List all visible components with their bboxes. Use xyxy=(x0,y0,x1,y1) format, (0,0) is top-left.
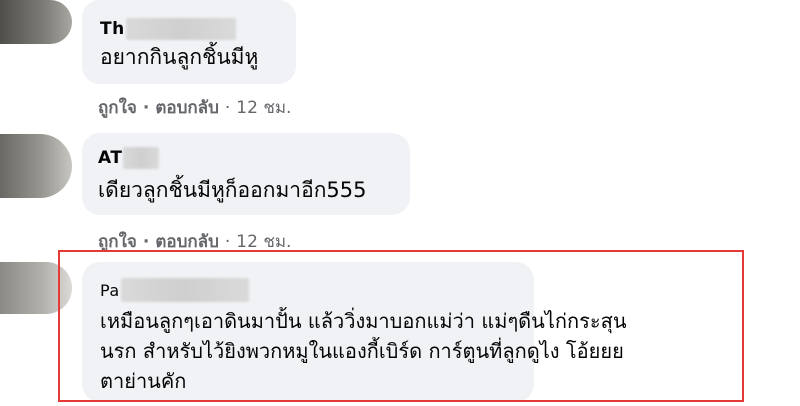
comment-timestamp[interactable]: 12 ชม. xyxy=(236,94,291,121)
comment-text-line: นรก สำหรับไว้ยิงพวกหมูในแองกี้เบิร์ด การ… xyxy=(100,339,624,363)
reply-link[interactable]: ตอบกลับ xyxy=(155,94,219,121)
commenter-name[interactable]: AT xyxy=(98,147,160,169)
redacted-name-blur xyxy=(123,147,160,169)
comment-timestamp[interactable]: 12 ชม. xyxy=(236,228,291,255)
comment-bubble: Th อยากกินลูกชิ้นมีหู xyxy=(82,0,296,84)
commenter-avatar[interactable] xyxy=(0,134,72,198)
commenter-name[interactable]: Th xyxy=(100,18,236,40)
commenter-name-text: Th xyxy=(100,19,125,39)
comment-text-line: ตาย่านคัก xyxy=(100,369,187,393)
comment-actions: ถูกใจ · ตอบกลับ · 12 ชม. xyxy=(98,94,291,121)
separator-dot: · xyxy=(142,97,150,118)
comment-bubble: AT เดียวลูกชิ้นมีหูก็ออกมาอีก555 xyxy=(82,133,410,215)
redacted-name-blur xyxy=(120,278,249,302)
redacted-name-blur xyxy=(125,18,236,40)
commenter-name-text: AT xyxy=(98,148,123,168)
commenter-avatar[interactable] xyxy=(0,262,72,314)
comment-text: อยากกินลูกชิ้นมีหู xyxy=(100,45,259,69)
comment-text: เหมือนลูกๆเอาดินมาปั้น แล้ววิ่งมาบอกแม่ว… xyxy=(100,306,627,396)
separator-dot: · xyxy=(224,231,231,252)
separator-dot: · xyxy=(224,97,231,118)
comment-text-line: เหมือนลูกๆเอาดินมาปั้น แล้ววิ่งมาบอกแม่ว… xyxy=(100,309,627,333)
comment-bubble: Pa เหมือนลูกๆเอาดินมาปั้น แล้ววิ่งมาบอกแ… xyxy=(82,262,626,402)
like-link[interactable]: ถูกใจ xyxy=(98,228,137,255)
commenter-avatar[interactable] xyxy=(0,0,72,44)
separator-dot: · xyxy=(142,231,150,252)
commenter-name[interactable]: Pa xyxy=(100,278,249,302)
reply-link[interactable]: ตอบกลับ xyxy=(155,228,219,255)
comment-actions: ถูกใจ · ตอบกลับ · 12 ชม. xyxy=(98,228,291,255)
commenter-name-text: Pa xyxy=(100,280,120,300)
comment-text: เดียวลูกชิ้นมีหูก็ออกมาอีก555 xyxy=(98,178,367,202)
like-link[interactable]: ถูกใจ xyxy=(98,94,137,121)
